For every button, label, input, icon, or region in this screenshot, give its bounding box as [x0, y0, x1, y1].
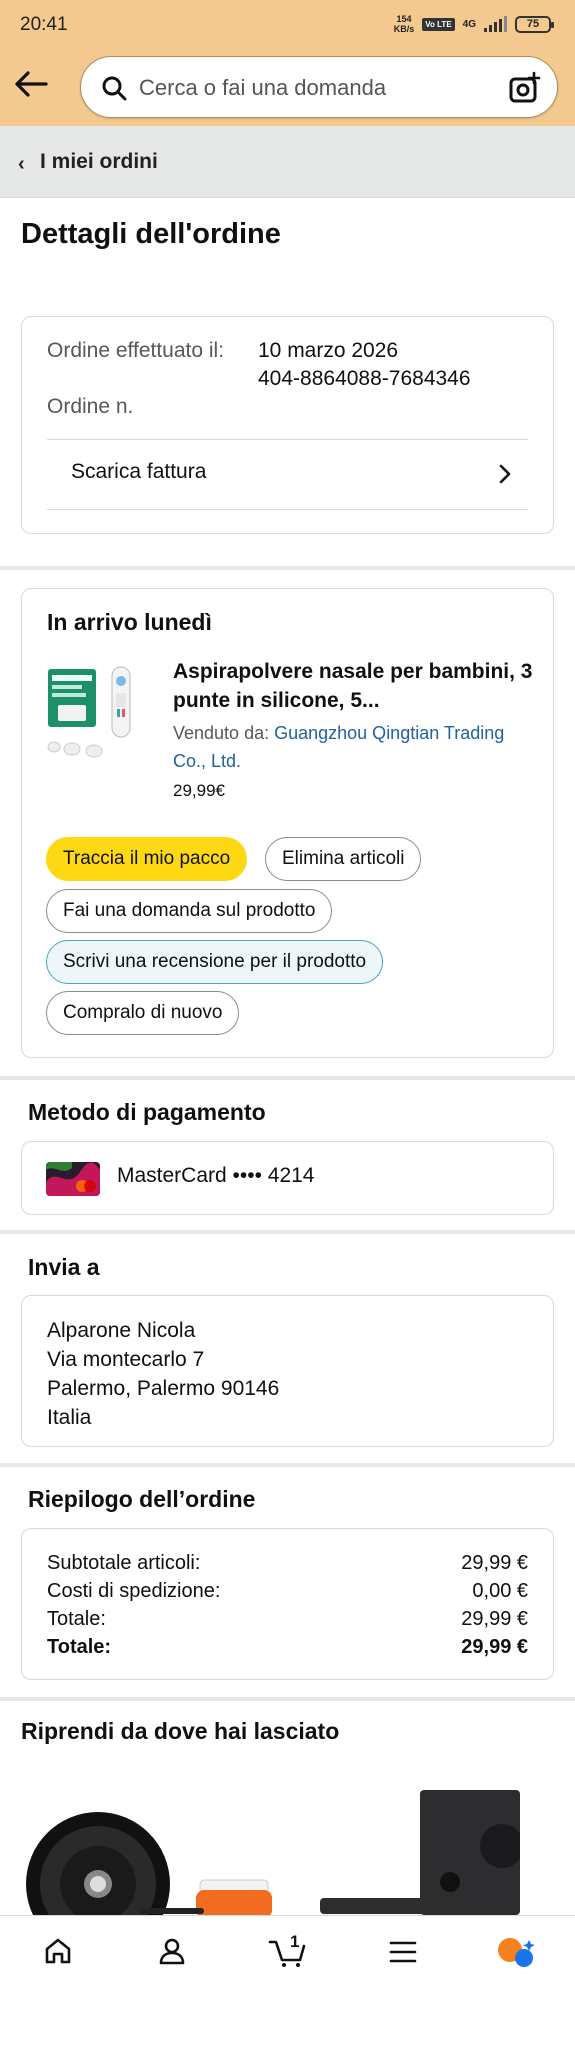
- product-title[interactable]: Aspirapolvere nasale per bambini, 3 punt…: [173, 657, 533, 715]
- page-title: Dettagli dell'ordine: [21, 218, 281, 250]
- ship-to-title: Invia a: [28, 1254, 100, 1280]
- summary-row-grand-total: Totale: 29,99 €: [47, 1636, 528, 1658]
- divider: [47, 509, 528, 510]
- active-tab-indicator: [140, 1908, 204, 1914]
- address-country: Italia: [47, 1406, 92, 1429]
- order-date-label: Ordine effettuato il:: [47, 339, 225, 362]
- chevron-right-icon: [499, 464, 511, 484]
- back-arrow-icon[interactable]: [12, 66, 50, 102]
- network-speed: 154 KB/s: [393, 14, 415, 34]
- section-divider: [0, 1076, 575, 1080]
- mastercard-icon: [46, 1162, 100, 1196]
- resume-title: Riprendi da dove hai lasciato: [21, 1718, 340, 1744]
- section-divider: [0, 1230, 575, 1234]
- breadcrumb-label: I miei ordini: [40, 150, 158, 173]
- buy-again-button[interactable]: Compralo di nuovo: [46, 991, 240, 1035]
- bottom-navigation: 1: [0, 1908, 575, 2048]
- network-type: 4G: [462, 18, 476, 30]
- breadcrumb[interactable]: ‹ I miei ordini: [0, 126, 575, 198]
- ask-question-button[interactable]: Fai una domanda sul prodotto: [46, 889, 333, 933]
- cart-icon[interactable]: [268, 1936, 308, 1973]
- summary-row-total: Totale: 29,99 €: [47, 1608, 528, 1630]
- shipment-card: In arrivo lunedì Aspirapolvere nasale pe…: [21, 588, 554, 1058]
- chevron-left-icon: ‹: [18, 153, 25, 175]
- payment-card-text: MasterCard •••• 4214: [117, 1164, 315, 1187]
- summary-card: Subtotale articoli: 29,99 € Costi di sped…: [21, 1528, 554, 1680]
- volte-icon: Vo LTE: [422, 17, 455, 31]
- order-info-card: Ordine effettuato il: Ordine n. 10 marzo…: [21, 316, 554, 534]
- summary-row-shipping: Costi di spedizione: 0,00 €: [47, 1580, 528, 1602]
- invoice-label: Scarica fattura: [71, 460, 207, 483]
- product-soundbar-image[interactable]: [320, 1790, 524, 1920]
- account-icon[interactable]: [157, 1936, 187, 1971]
- order-date-value: 10 marzo 2026: [258, 339, 399, 362]
- track-package-button[interactable]: Traccia il mio pacco: [46, 837, 248, 881]
- delete-items-button[interactable]: Elimina articoli: [265, 837, 422, 881]
- signal-icon: [484, 16, 507, 32]
- rufus-assistant-icon[interactable]: [496, 1936, 536, 1975]
- section-divider: [0, 1697, 575, 1701]
- menu-icon[interactable]: [388, 1940, 418, 1969]
- sold-by-label: Venduto da:: [173, 723, 270, 743]
- top-bar: 20:41 154 KB/s Vo LTE 4G 75 Cerca o fai …: [0, 0, 575, 126]
- payment-card: MasterCard •••• 4214: [21, 1141, 554, 1215]
- section-divider: [0, 1463, 575, 1467]
- search-input[interactable]: Cerca o fai una domanda: [139, 75, 386, 101]
- section-divider: [0, 566, 575, 570]
- camera-search-icon[interactable]: [507, 71, 541, 110]
- product-price: 29,99€: [173, 781, 225, 800]
- status-bar: 20:41 154 KB/s Vo LTE 4G 75: [0, 0, 575, 52]
- status-icons: 154 KB/s Vo LTE 4G 75: [393, 14, 554, 34]
- write-review-button[interactable]: Scrivi una recensione per il prodotto: [46, 940, 384, 984]
- seller-info: Venduto da: Guangzhou Qingtian Trading C…: [173, 719, 513, 775]
- product-thumbnail[interactable]: [42, 659, 146, 765]
- status-time: 20:41: [20, 14, 68, 35]
- battery-icon: 75: [515, 15, 554, 33]
- recipient-name: Alparone Nicola: [47, 1319, 196, 1342]
- download-invoice-button[interactable]: Scarica fattura: [47, 439, 528, 509]
- payment-title: Metodo di pagamento: [28, 1099, 266, 1125]
- delivery-status: In arrivo lunedì: [47, 609, 212, 635]
- summary-title: Riepilogo dell’ordine: [28, 1486, 256, 1512]
- address-city: Palermo, Palermo 90146: [47, 1377, 280, 1400]
- shipping-address: Alparone Nicola Via montecarlo 7 Palermo…: [47, 1316, 279, 1432]
- cart-count-badge: 1: [290, 1932, 300, 1951]
- home-icon[interactable]: [43, 1936, 73, 1971]
- address-street: Via montecarlo 7: [47, 1348, 205, 1371]
- search-icon: [101, 75, 127, 106]
- summary-row-subtotal: Subtotale articoli: 29,99 €: [47, 1552, 528, 1574]
- search-bar[interactable]: Cerca o fai una domanda: [80, 56, 558, 118]
- order-number-value: 404-8864088-7684346: [258, 367, 471, 390]
- address-card: Alparone Nicola Via montecarlo 7 Palermo…: [21, 1295, 554, 1447]
- order-number-label: Ordine n.: [47, 395, 134, 418]
